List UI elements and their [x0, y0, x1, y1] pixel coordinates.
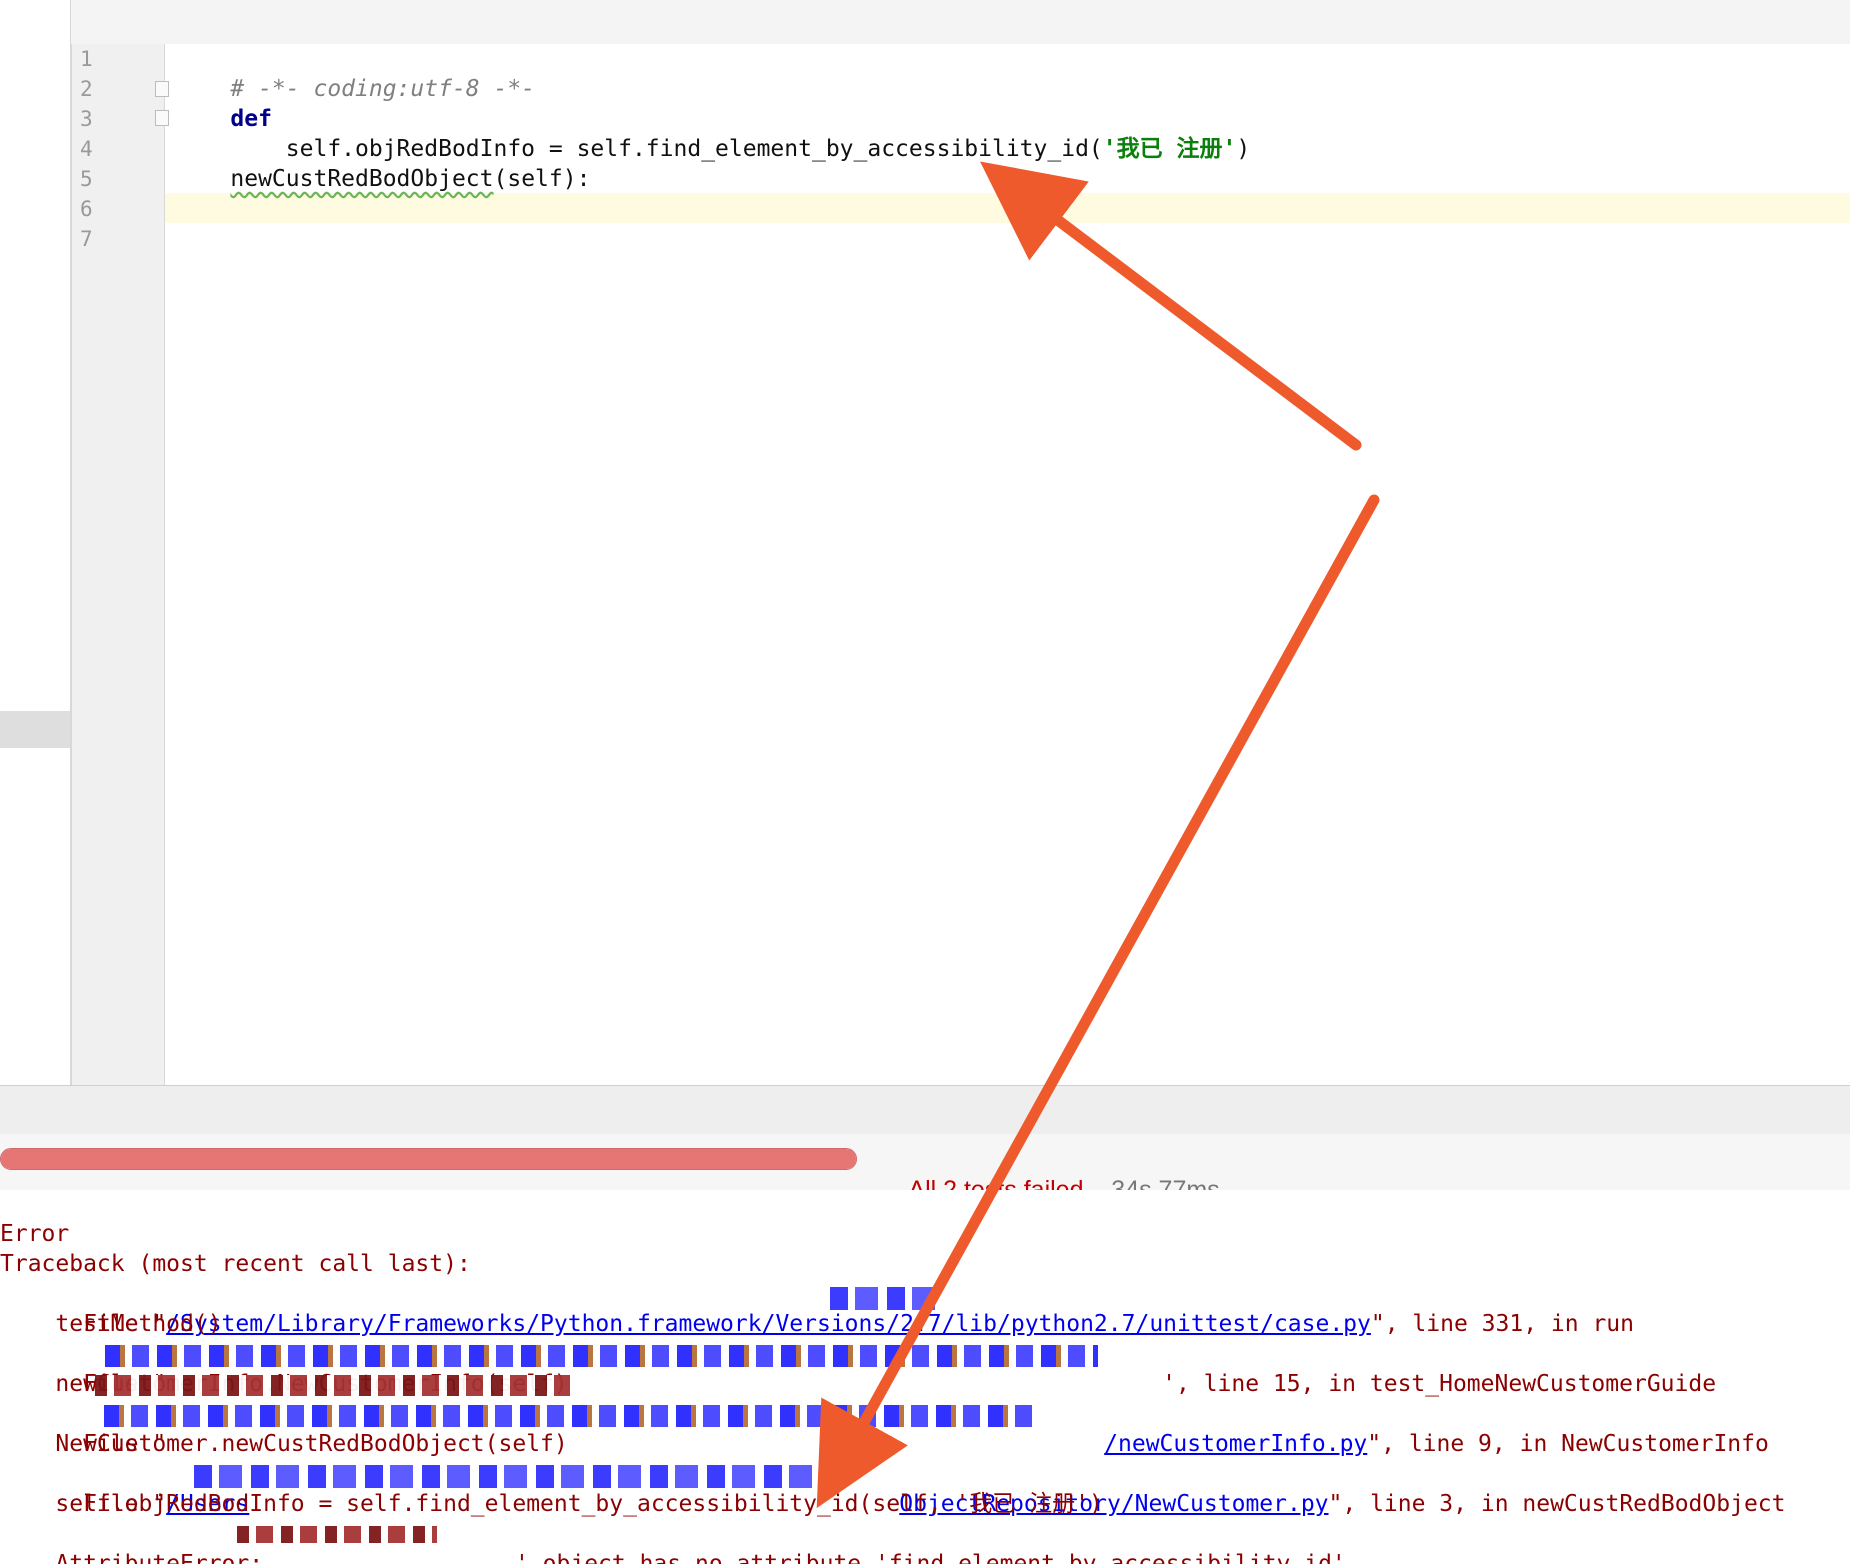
redacted-customer-info-path — [104, 1405, 1039, 1427]
traceback-file-location: ", line 9, in NewCustomerInfo — [1367, 1431, 1769, 1457]
line-number-1: 1 — [80, 47, 93, 71]
line-number-3: 3 — [80, 107, 93, 131]
code-line-2[interactable]: def newCustRedBodObject(self): — [175, 74, 590, 192]
traceback-file-location: ', line 15, in test_HomeNewCustomerGuide — [1162, 1371, 1717, 1397]
current-line-highlight — [165, 193, 1850, 223]
traceback-heading: Traceback (most recent call last): — [0, 1251, 471, 1277]
traceback-file-location: ", line 331, in run — [1370, 1311, 1634, 1337]
redacted-code-overlay — [95, 1375, 570, 1396]
accessibility-id-string: '我已 注册' — [1102, 136, 1237, 162]
line-number-7: 7 — [80, 227, 93, 251]
traceback-code-3: NewCustomer.newCustRedBodObject(self) — [0, 1431, 568, 1457]
left-panel — [0, 0, 72, 1085]
fold-open-icon[interactable] — [155, 81, 169, 97]
test-progress-bar — [0, 1148, 857, 1170]
traceback-file-location: ", line 3, in newCustRedBodObject — [1328, 1491, 1786, 1517]
editor-tab-strip — [71, 0, 1850, 45]
function-arguments: (self): — [493, 166, 591, 192]
line-number-6: 6 — [80, 197, 93, 221]
left-panel-scrollbar[interactable] — [0, 711, 70, 748]
assignment-expression: self.objRedBodInfo = self.find_element_b… — [230, 136, 1103, 162]
new-customer-info-link[interactable]: /newCustomerInfo.py — [1104, 1431, 1367, 1457]
error-heading: Error — [0, 1221, 70, 1247]
test-progress-fill — [1, 1149, 856, 1169]
closing-parenthesis: ) — [1236, 136, 1251, 162]
test-summary: All 2 tests failed – 34s 77ms — [882, 1145, 1219, 1204]
ide-screenshot: 1 2 3 4 5 6 7 # -*- coding:utf-8 -*- def… — [0, 0, 1850, 1564]
attribute-error-line: AttributeError: ' object has no attribut… — [0, 1519, 1345, 1564]
redacted-object-name — [237, 1526, 437, 1543]
attribute-error-message: ' object has no attribute 'find_element_… — [514, 1551, 1346, 1564]
redacted-python-version-path — [830, 1287, 935, 1310]
line-number-2: 2 — [80, 77, 93, 101]
code-line-1[interactable]: # -*- coding:utf-8 -*- — [175, 44, 535, 102]
attribute-error-prefix: AttributeError: — [55, 1551, 277, 1564]
redacted-customer-path — [194, 1465, 844, 1488]
redacted-test-file-path — [105, 1345, 1098, 1367]
traceback-file-1: File "/System/Library/Frameworks/Python.… — [0, 1279, 1634, 1337]
line-number-4: 4 — [80, 137, 93, 161]
code-line-3[interactable]: self.objRedBodInfo = self.find_element_b… — [175, 104, 1250, 162]
line-number-5: 5 — [80, 167, 93, 191]
unittest-case-path-link[interactable]: /System/Library/Frameworks/Python.framew… — [166, 1311, 1371, 1337]
function-name[interactable]: newCustRedBodObject — [230, 166, 493, 192]
fold-end-icon[interactable] — [155, 110, 169, 126]
traceback-code-4: self.objRedBodInfo = self.find_element_b… — [0, 1491, 1103, 1517]
traceback-code-1: testMethod() — [0, 1311, 222, 1337]
test-runner-toolbar — [0, 1085, 1850, 1135]
